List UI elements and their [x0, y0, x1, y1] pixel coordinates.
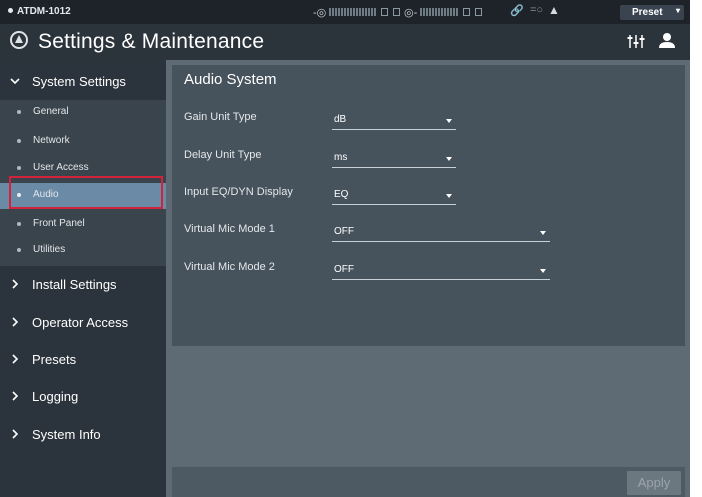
audio-system-panel: Audio System Gain Unit Type dB Delay Uni… [172, 65, 685, 346]
mixer-icon[interactable] [626, 31, 648, 51]
preset-dropdown[interactable]: Preset ▾ [620, 5, 684, 20]
select-value: ms [334, 152, 348, 163]
app-window: ATDM-1012 -◎ ◎- 🔗 =○ ▲ Preset ▾ Settings… [0, 0, 690, 497]
chevron-down-icon [446, 119, 452, 123]
select-value: dB [334, 114, 347, 125]
mute-icon: =○ [530, 4, 544, 16]
warning-icon: ▲ [548, 3, 560, 17]
page-header: Settings & Maintenance [0, 24, 690, 60]
sidebar-item-general[interactable]: General [0, 100, 166, 126]
page-title: Settings & Maintenance [38, 30, 265, 53]
sidebar-item-label: Network [33, 135, 70, 146]
user-icon[interactable] [656, 31, 678, 51]
sidebar-section-install-settings[interactable]: Install Settings [0, 267, 166, 303]
chevron-down-icon [446, 157, 452, 161]
sidebar-item-label: User Access [33, 162, 89, 173]
sidebar-section-logging[interactable]: Logging [0, 379, 166, 415]
chevron-down-icon: ▾ [675, 6, 680, 15]
input-icon: -◎ [313, 6, 327, 19]
gain-unit-type-label: Gain Unit Type [184, 111, 257, 123]
gain-unit-type-select[interactable]: dB [332, 111, 456, 130]
device-name: ATDM-1012 [17, 6, 71, 17]
chevron-right-icon [12, 279, 19, 289]
virtual-mic-mode-2-select[interactable]: OFF [332, 261, 550, 280]
sidebar-item-label: Front Panel [33, 218, 85, 229]
sidebar-item-label: Utilities [33, 244, 66, 255]
panel-title: Audio System [184, 71, 277, 88]
select-value: OFF [334, 226, 354, 237]
sidebar-item-utilities[interactable]: Utilities [0, 238, 166, 264]
sidebar-item-front-panel[interactable]: Front Panel [0, 212, 166, 238]
bullet-icon [17, 248, 21, 252]
chevron-down-icon [540, 231, 546, 235]
status-bar: ATDM-1012 -◎ ◎- 🔗 =○ ▲ Preset ▾ [0, 0, 690, 24]
chevron-down-icon [446, 194, 452, 198]
delay-unit-type-label: Delay Unit Type [184, 149, 262, 161]
sidebar-item-label: General [33, 106, 69, 117]
sidebar-section-label: Logging [32, 389, 79, 404]
sidebar: System Settings General Network User Acc… [0, 60, 166, 497]
chevron-right-icon [12, 354, 19, 364]
sidebar-section-label: Install Settings [32, 277, 117, 292]
output-meter: ◎- [404, 5, 483, 19]
selection-highlight [9, 176, 163, 209]
sidebar-section-label: Presets [32, 352, 77, 367]
virtual-mic-mode-1-select[interactable]: OFF [332, 223, 550, 242]
virtual-mic-mode-1-label: Virtual Mic Mode 1 [184, 223, 275, 235]
device-indicator: ATDM-1012 [8, 6, 71, 17]
link-icon: 🔗 [510, 5, 524, 17]
bullet-icon [17, 110, 21, 114]
apply-button[interactable]: Apply [627, 471, 681, 495]
chevron-down-icon [10, 78, 20, 85]
select-value: EQ [334, 189, 349, 200]
sidebar-section-label: System Info [32, 427, 101, 442]
sidebar-section-label: Operator Access [32, 315, 129, 330]
chevron-down-icon [540, 269, 546, 273]
bullet-icon [17, 166, 21, 170]
logo-icon [10, 31, 28, 49]
preset-label: Preset [632, 7, 663, 18]
input-meter: -◎ [313, 5, 401, 19]
action-footer [172, 467, 685, 497]
bullet-icon [17, 222, 21, 226]
bullet-icon [17, 139, 21, 143]
delay-unit-type-select[interactable]: ms [332, 149, 456, 168]
sidebar-section-operator-access[interactable]: Operator Access [0, 305, 166, 341]
sidebar-item-network[interactable]: Network [0, 129, 166, 155]
input-eq-dyn-display-select[interactable]: EQ [332, 186, 456, 205]
sidebar-section-system-info[interactable]: System Info [0, 417, 166, 453]
sidebar-section-presets[interactable]: Presets [0, 342, 166, 378]
select-value: OFF [334, 264, 354, 275]
chevron-right-icon [12, 391, 19, 401]
sidebar-section-system-settings[interactable]: System Settings [0, 64, 166, 100]
output-icon: ◎- [404, 6, 418, 19]
sidebar-section-label: System Settings [32, 74, 126, 89]
chevron-right-icon [12, 317, 19, 327]
input-eq-dyn-display-label: Input EQ/DYN Display [184, 186, 293, 198]
virtual-mic-mode-2-label: Virtual Mic Mode 2 [184, 261, 275, 273]
chevron-right-icon [12, 429, 19, 439]
